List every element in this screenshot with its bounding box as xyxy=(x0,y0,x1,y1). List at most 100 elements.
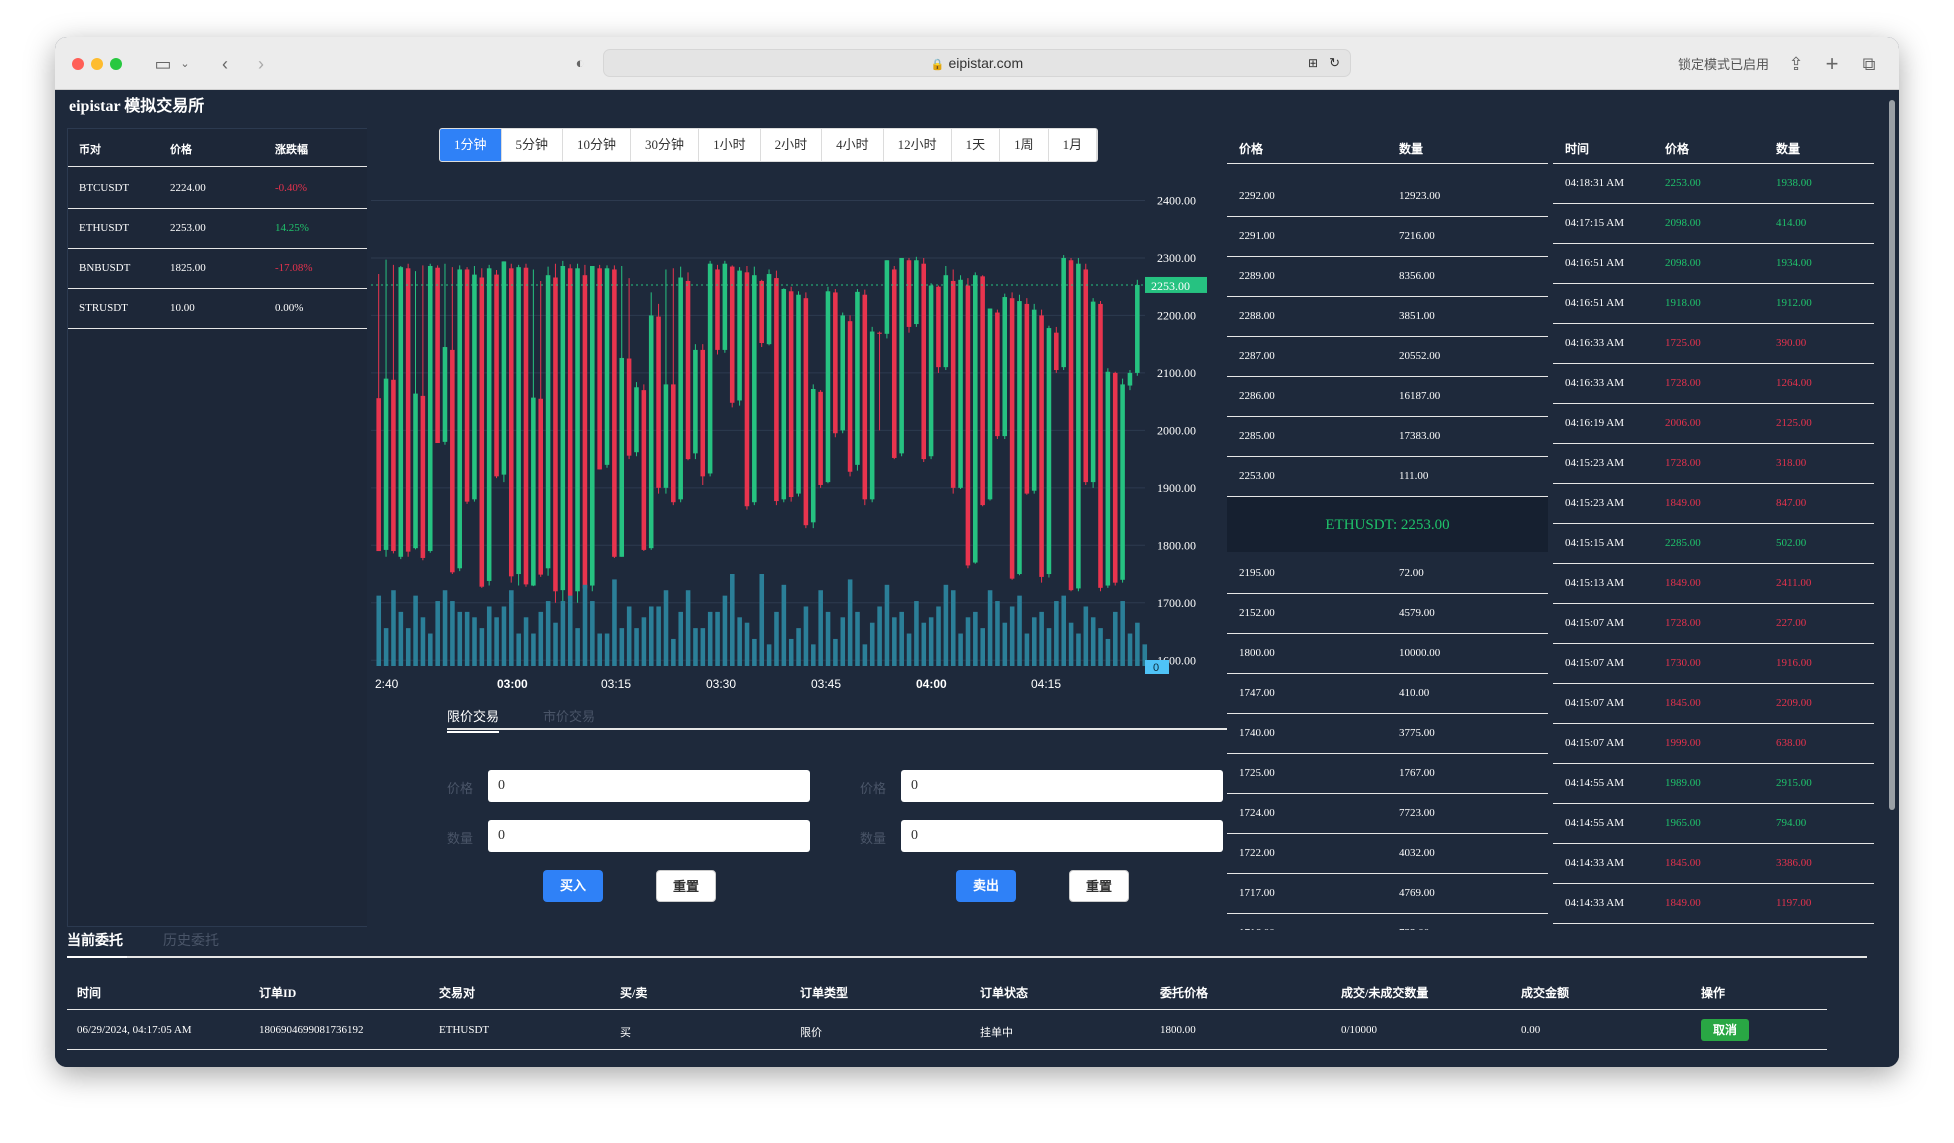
buy-qty-input[interactable]: 0 xyxy=(488,820,810,852)
candle-body xyxy=(560,266,566,591)
order-book-header: 价格 数量 xyxy=(1227,124,1548,164)
candle-body xyxy=(391,379,396,552)
bid-row[interactable]: 2195.00 72.00 xyxy=(1227,554,1548,594)
close-window-button[interactable] xyxy=(72,58,84,70)
trade-price: 1849.00 xyxy=(1665,497,1701,509)
privacy-shield-icon[interactable]: ◐ xyxy=(567,51,593,77)
page-scrollbar[interactable] xyxy=(1889,100,1895,810)
candle-body xyxy=(877,332,882,334)
volume-bar xyxy=(1009,606,1015,666)
candle-body xyxy=(405,268,411,552)
cancel-order-button[interactable]: 取消 xyxy=(1701,1019,1749,1041)
timeframe-button[interactable]: 1小时 xyxy=(699,129,761,161)
timeframe-button[interactable]: 10分钟 xyxy=(563,129,632,161)
volume-bar xyxy=(973,611,978,666)
ask-row[interactable]: 2291.00 7216.00 xyxy=(1227,217,1548,257)
url-text: eipistar.com xyxy=(948,55,1024,71)
trade-row: 04:16:33 AM 1728.00 1264.00 xyxy=(1553,364,1874,404)
ask-row[interactable]: 2253.00 111.00 xyxy=(1227,457,1548,497)
back-icon[interactable]: ‹ xyxy=(212,51,238,77)
volume-bar xyxy=(914,601,919,666)
chevron-down-icon[interactable]: ⌄ xyxy=(172,51,198,77)
candle-body xyxy=(486,268,492,581)
sell-price-input[interactable]: 0 xyxy=(901,770,1223,802)
bid-row[interactable]: 1722.00 4032.00 xyxy=(1227,834,1548,874)
ask-row[interactable]: 2285.00 17383.00 xyxy=(1227,417,1548,457)
timeframe-button[interactable]: 5分钟 xyxy=(501,129,564,161)
timeframe-button[interactable]: 12小时 xyxy=(883,129,952,161)
volume-bar xyxy=(486,606,492,666)
volume-bar xyxy=(509,590,514,666)
volume-bar xyxy=(847,579,853,666)
translate-icon[interactable]: ⊞ xyxy=(1308,50,1318,76)
ask-row[interactable]: 2287.00 20552.00 xyxy=(1227,337,1548,377)
trade-row: 04:15:07 AM 1999.00 638.00 xyxy=(1553,724,1874,764)
x-tick-label: 04:15 xyxy=(1031,677,1061,691)
timeframe-button[interactable]: 4小时 xyxy=(822,129,884,161)
trade-time: 04:16:51 AM xyxy=(1565,257,1624,269)
volume-bar xyxy=(1098,628,1103,666)
candle-body xyxy=(833,292,838,434)
candle-body xyxy=(1031,309,1037,491)
volume-bar xyxy=(1017,595,1022,666)
pair-price: 2253.00 xyxy=(170,222,206,234)
candle-body xyxy=(508,268,514,577)
timeframe-button[interactable]: 30分钟 xyxy=(631,129,700,161)
bid-row[interactable]: 1800.00 10000.00 xyxy=(1227,634,1548,674)
x-tick-label: 03:15 xyxy=(601,677,631,691)
reload-icon[interactable]: ↻ xyxy=(1329,50,1340,76)
buy-price-input[interactable]: 0 xyxy=(488,770,810,802)
timeframe-button[interactable]: 1周 xyxy=(1000,129,1049,161)
pair-row[interactable]: BNBUSDT 1825.00 -17.08% xyxy=(68,249,368,289)
sell-qty-input[interactable]: 0 xyxy=(901,820,1223,852)
tab-current-orders[interactable]: 当前委托 xyxy=(67,930,127,958)
volume-bar xyxy=(921,622,927,666)
pair-row[interactable]: BTCUSDT 2224.00 -0.40% xyxy=(68,169,368,209)
pair-row[interactable]: ETHUSDT 2253.00 14.25% xyxy=(68,209,368,249)
sell-reset-button[interactable]: 重置 xyxy=(1069,870,1129,902)
tab-limit-order[interactable]: 限价交易 xyxy=(447,706,500,733)
candle-body xyxy=(1105,371,1111,586)
zoom-window-button[interactable] xyxy=(110,58,122,70)
y-tick-label: 1800.00 xyxy=(1157,538,1196,552)
tab-overview-icon[interactable]: ⧉ xyxy=(1856,51,1882,77)
new-tab-icon[interactable]: + xyxy=(1819,51,1845,77)
bid-row[interactable]: 1724.00 7723.00 xyxy=(1227,794,1548,834)
bid-row[interactable]: 1747.00 410.00 xyxy=(1227,674,1548,714)
bid-row[interactable]: 1740.00 3775.00 xyxy=(1227,714,1548,754)
timeframe-button[interactable]: 2小时 xyxy=(760,129,823,161)
sell-button[interactable]: 卖出 xyxy=(956,870,1016,902)
price-chart[interactable]: 2400.00 2300.00 2200.00 2100.00 2000.00 1900.… xyxy=(367,166,1287,726)
volume-bar xyxy=(516,633,521,666)
candle-body xyxy=(1090,301,1096,483)
share-icon[interactable]: ⇪ xyxy=(1783,51,1809,77)
ask-row[interactable]: 2292.00 12923.00 xyxy=(1227,177,1548,217)
lock-icon: 🔒 xyxy=(930,59,945,71)
trade-qty: 2411.00 xyxy=(1776,577,1812,589)
ask-row[interactable]: 2289.00 8356.00 xyxy=(1227,257,1548,297)
address-bar[interactable]: 🔒 eipistar.com ⊞ ↻ xyxy=(603,49,1351,77)
ask-row[interactable]: 2288.00 3851.00 xyxy=(1227,297,1548,337)
buy-reset-button[interactable]: 重置 xyxy=(656,870,716,902)
buy-button[interactable]: 买入 xyxy=(543,870,603,902)
pair-row[interactable]: STRUSDT 10.00 0.00% xyxy=(68,289,368,329)
forward-icon[interactable]: › xyxy=(248,51,274,77)
trade-qty: 1912.00 xyxy=(1776,297,1812,309)
trade-row: 04:18:31 AM 2253.00 1938.00 xyxy=(1553,164,1874,204)
candle-body xyxy=(545,275,551,569)
timeframe-button[interactable]: 1分钟 xyxy=(440,129,502,161)
minimize-window-button[interactable] xyxy=(91,58,103,70)
trade-row: 04:14:55 AM 1989.00 2915.00 xyxy=(1553,764,1874,804)
tab-market-order[interactable]: 市价交易 xyxy=(543,706,595,725)
tab-order-history[interactable]: 历史委托 xyxy=(163,930,219,950)
candle-body xyxy=(634,387,639,453)
bid-qty: 3775.00 xyxy=(1399,727,1435,739)
timeframe-button[interactable]: 1月 xyxy=(1048,129,1098,161)
bid-row[interactable]: 2152.00 4579.00 xyxy=(1227,594,1548,634)
bid-row[interactable]: 1717.00 4769.00 xyxy=(1227,874,1548,914)
volume-bar xyxy=(884,584,890,666)
ask-row[interactable]: 2286.00 16187.00 xyxy=(1227,377,1548,417)
bid-qty: 4769.00 xyxy=(1399,887,1435,899)
bid-row[interactable]: 1725.00 1767.00 xyxy=(1227,754,1548,794)
timeframe-button[interactable]: 1天 xyxy=(951,129,1001,161)
